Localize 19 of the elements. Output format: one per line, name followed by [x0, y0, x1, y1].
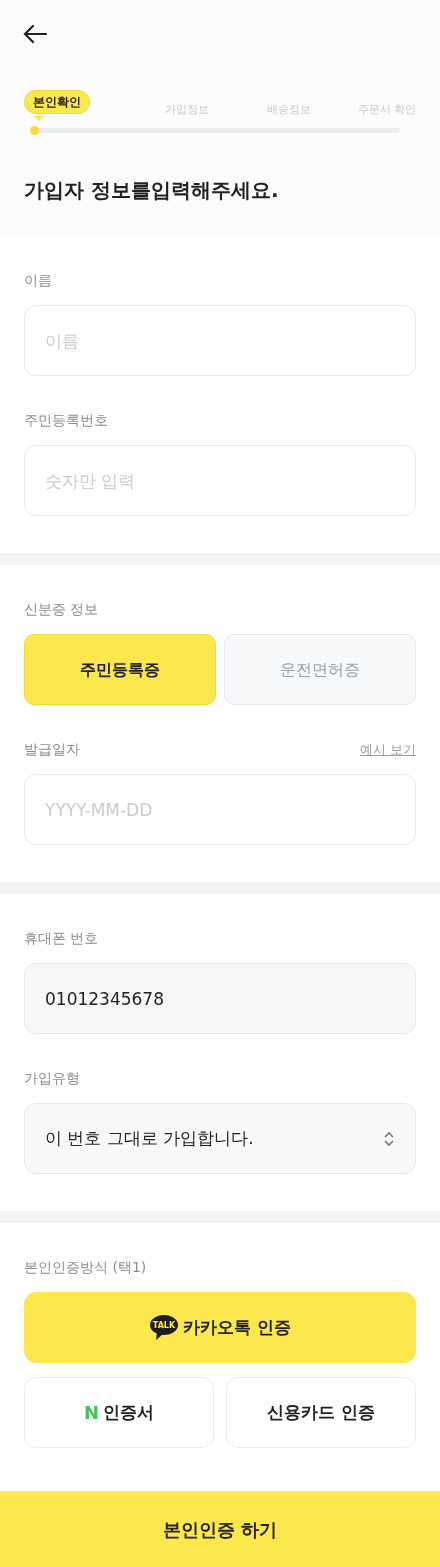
select-field[interactable]: 이 번호 그대로 가입합니다. [24, 1103, 416, 1174]
input-field[interactable]: 01012345678 [24, 963, 416, 1034]
id-type-option[interactable]: 주민등록증 [24, 634, 216, 705]
field-label: 휴대폰 번호 [24, 929, 99, 948]
page-title: 가입자 정보를입력해주세요. [24, 177, 280, 204]
field-label: 이름 [24, 271, 52, 290]
select-value: 이 번호 그대로 가입합니다. [45, 1126, 254, 1150]
field-label: 가입유형 [24, 1069, 80, 1088]
step-bubble: 본인확인 [24, 90, 90, 114]
submit-button[interactable]: 본인인증 하기 [0, 1491, 440, 1567]
field-label: 신분증 정보 [24, 600, 99, 619]
auth-method-button[interactable]: 신용카드 인증 [226, 1377, 416, 1448]
auth-method-button[interactable]: TALK 카카오톡 인증 [24, 1292, 416, 1363]
n-logo-icon: N [83, 1399, 100, 1426]
chevron-updown-icon [383, 1129, 395, 1148]
field-label: 본인인증방식 (택1) [24, 1258, 147, 1277]
auth-method-button[interactable]: N 인증서 [24, 1377, 214, 1448]
field-label: 주민등록번호 [24, 411, 108, 430]
field-label: 발급일자 [24, 740, 80, 759]
